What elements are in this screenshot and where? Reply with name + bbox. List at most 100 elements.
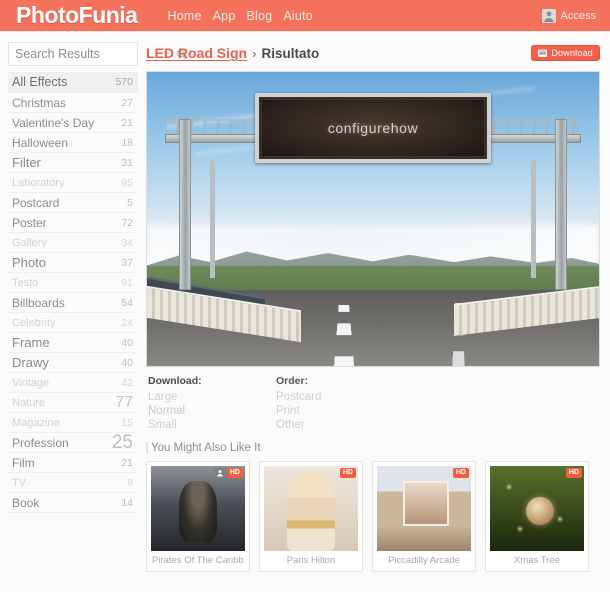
- sidebar-item-label: All Effects: [12, 75, 68, 89]
- sidebar-item-count: 40: [121, 356, 133, 369]
- breadcrumb-separator: ›: [252, 45, 257, 61]
- download-options: Download: Large Normal Small: [148, 375, 276, 432]
- hd-badge: HD: [339, 468, 356, 478]
- sidebar-item-postcard[interactable]: Postcard 5: [8, 193, 138, 213]
- sidebar-item-label: Drawy: [12, 355, 49, 370]
- download-icon: [538, 49, 548, 57]
- sidebar-item-photo[interactable]: Photo 37: [8, 253, 138, 273]
- sidebar-item-gallery[interactable]: Gallery 34: [8, 233, 138, 253]
- site-logo[interactable]: PhotoFunia: [16, 4, 138, 27]
- suggestion-card-pirates[interactable]: HD Pirates Of The Caribb...: [146, 461, 250, 572]
- suggestion-card-xmas-tree[interactable]: HD Xmas Tree: [485, 461, 589, 572]
- sidebar-item-label: Poster: [12, 215, 47, 230]
- sidebar-item-christmas[interactable]: Christmas 27: [8, 93, 138, 113]
- download-button-label: Download: [551, 48, 593, 58]
- sidebar-item-label: Photo: [12, 255, 46, 270]
- sidebar-item-count: 25: [111, 431, 133, 453]
- suggestion-caption: Paris Hilton: [286, 555, 336, 566]
- order-heading: Order:: [276, 375, 309, 387]
- content-wrap: All Effects 570 Christmas 27 Valentine's…: [0, 32, 610, 572]
- sidebar-item-count: 21: [121, 116, 133, 129]
- sidebar-item-nature[interactable]: Nature 77: [8, 393, 138, 413]
- account-label: Access: [560, 9, 596, 22]
- sidebar-item-label: Valentine's Day: [12, 115, 95, 130]
- breadcrumb-link-effect[interactable]: LED Road Sign: [146, 45, 247, 61]
- hd-badge: HD: [226, 468, 243, 478]
- order-postcard[interactable]: Postcard: [276, 390, 404, 404]
- sidebar-item-drawy[interactable]: Drawy 40: [8, 353, 138, 373]
- main-content: LED Road Sign › Risultato Download confi…: [146, 42, 602, 572]
- sidebar-item-label: Christmas: [12, 95, 67, 110]
- sidebar-item-laboratory[interactable]: Laboratory 95: [8, 173, 138, 193]
- suggestion-card-piccadilly-arcade[interactable]: HD Piccadilly Arcade: [372, 461, 476, 572]
- sidebar-item-count: 34: [121, 236, 133, 249]
- sidebar-item-label: Billboards: [12, 295, 65, 310]
- download-size-normal[interactable]: Normal: [148, 404, 276, 418]
- suggestion-card-paris-hilton[interactable]: HD Paris Hilton: [259, 461, 363, 572]
- sidebar-item-count: 570: [115, 76, 133, 88]
- led-sign-text: configurehow: [327, 119, 419, 136]
- account-link[interactable]: Access: [541, 8, 596, 23]
- sidebar-item-vintage[interactable]: Vintage 42: [8, 373, 138, 393]
- gantry-leg-left: [178, 119, 191, 290]
- hd-badge: HD: [565, 468, 582, 478]
- sidebar-item-count: 72: [121, 216, 133, 229]
- nav-app[interactable]: App: [213, 9, 236, 23]
- sidebar-item-count: 24: [121, 316, 133, 329]
- sidebar-item-label: Laboratory: [12, 176, 65, 189]
- suggestion-thumbnail[interactable]: HD: [377, 466, 471, 551]
- sidebar-item-magazine[interactable]: Magazine 15: [8, 413, 138, 433]
- sidebar-item-label: Vintage: [12, 376, 50, 389]
- sidebar-item-testo[interactable]: Testo 91: [8, 273, 138, 293]
- sidebar-item-filter[interactable]: Filter 31: [8, 153, 138, 173]
- nav-home[interactable]: Home: [167, 9, 201, 23]
- sidebar-item-film[interactable]: Film 21: [8, 453, 138, 473]
- sidebar-item-label: Profession: [12, 435, 69, 450]
- sidebar-item-count: 54: [121, 296, 133, 309]
- sidebar-item-count: 15: [121, 416, 133, 429]
- sidebar-item-halloween[interactable]: Halloween 18: [8, 133, 138, 153]
- suggestion-thumbnail[interactable]: HD: [151, 466, 245, 551]
- sidebar-item-label: Book: [12, 495, 40, 510]
- sidebar-item-frame[interactable]: Frame 40: [8, 333, 138, 353]
- sidebar-item-label: Halloween: [12, 135, 69, 150]
- user-icon: [541, 8, 556, 23]
- sidebar-item-count: 95: [121, 176, 133, 189]
- suggestions-title: You Might Also Like It: [146, 442, 600, 454]
- sidebar-item-count: 42: [121, 376, 133, 389]
- sidebar-item-label: Gallery: [12, 236, 47, 249]
- download-button[interactable]: Download: [531, 45, 600, 61]
- order-print[interactable]: Print: [276, 404, 404, 418]
- sidebar-item-profession[interactable]: Profession 25: [8, 431, 138, 453]
- sidebar-item-celebrity[interactable]: Celebrity 24: [8, 313, 138, 333]
- sidebar-item-tv[interactable]: TV 9: [8, 473, 138, 493]
- sidebar-item-billboards[interactable]: Billboards 54: [8, 293, 138, 313]
- sidebar-item-count: 18: [121, 136, 133, 149]
- main-nav: Home App Blog Aiuto: [167, 9, 312, 23]
- sidebar-item-label: Film: [12, 455, 35, 470]
- download-size-large[interactable]: Large: [148, 390, 276, 404]
- gantry-leg-right: [555, 119, 568, 290]
- options-row: Download: Large Normal Small Order: Post…: [146, 375, 600, 432]
- sidebar-item-count: 37: [121, 256, 133, 269]
- search-icon[interactable]: [176, 49, 187, 60]
- sidebar: All Effects 570 Christmas 27 Valentine's…: [8, 42, 187, 572]
- suggestion-thumbnail[interactable]: HD: [264, 466, 358, 551]
- nav-aiuto[interactable]: Aiuto: [283, 9, 313, 23]
- suggestion-thumbnail[interactable]: HD: [490, 466, 584, 551]
- order-other[interactable]: Other: [276, 418, 404, 432]
- sidebar-item-book[interactable]: Book 14: [8, 493, 138, 513]
- suggestion-caption: Xmas Tree: [514, 555, 560, 566]
- sidebar-item-poster[interactable]: Poster 72: [8, 213, 138, 233]
- support-pole: [210, 160, 216, 278]
- suggestions-list: HD Pirates Of The Caribb... HD Paris Hil…: [146, 461, 600, 572]
- photofunia-page: PhotoFunia Home App Blog Aiuto Access Se…: [0, 0, 610, 592]
- nav-blog[interactable]: Blog: [246, 9, 272, 23]
- sidebar-item-label: Filter: [12, 155, 41, 170]
- download-size-small[interactable]: Small: [148, 418, 276, 432]
- search-box[interactable]: [8, 42, 187, 66]
- result-image[interactable]: configurehow: [146, 71, 600, 367]
- sidebar-item-valentines-day[interactable]: Valentine's Day 21: [8, 113, 138, 133]
- sidebar-item-all-effects[interactable]: All Effects 570: [8, 72, 138, 93]
- sidebar-item-count: 27: [121, 96, 133, 109]
